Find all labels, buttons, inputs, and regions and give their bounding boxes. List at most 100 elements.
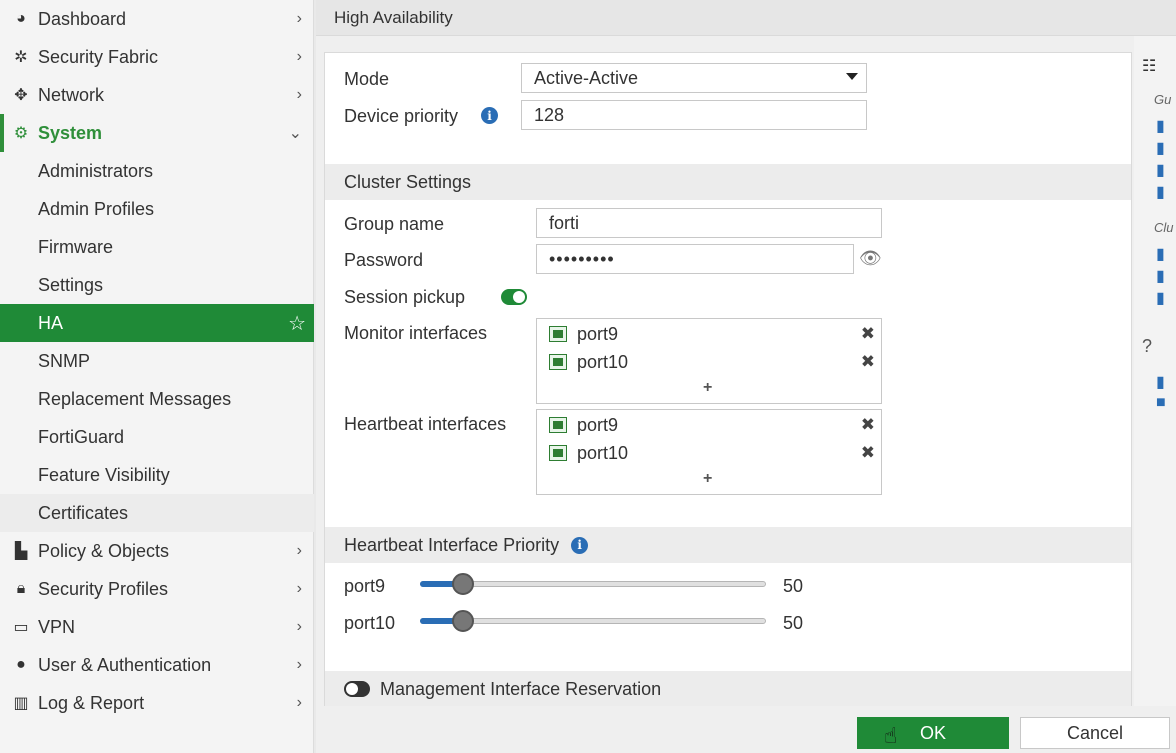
fabric-icon: ✲	[14, 49, 28, 66]
user-icon: ●	[16, 656, 26, 673]
sidebar-subitem-admin-profiles[interactable]: Admin Profiles	[0, 190, 314, 228]
laptop-icon: ▭	[13, 619, 29, 636]
heartbeat-interfaces-box[interactable]: port9 ✖ port10 ✖ +	[536, 409, 882, 495]
port-icon	[549, 354, 567, 370]
remove-icon[interactable]: ✖	[861, 443, 875, 463]
priority-slider-thumb[interactable]	[452, 610, 474, 632]
interface-name: port10	[577, 351, 629, 372]
chevron-right-icon: ›	[296, 542, 302, 559]
sidebar-item-security-profiles[interactable]: 🔒︎ Security Profiles ›	[0, 570, 314, 608]
priority-label: Device priority	[344, 106, 459, 126]
chevron-right-icon: ›	[296, 86, 302, 103]
sidebar-subitem-fortiguard[interactable]: FortiGuard	[0, 418, 314, 456]
interface-item: port9	[549, 322, 618, 346]
book-icon[interactable]: ▮	[1156, 372, 1165, 392]
book-icon[interactable]: ▮	[1156, 266, 1165, 286]
heartbeat-interfaces-label: Heartbeat interfaces	[344, 414, 507, 434]
page-title: High Availability	[316, 0, 1176, 36]
sidebar-subitem-label: FortiGuard	[38, 426, 125, 447]
add-icon[interactable]: +	[703, 379, 712, 397]
info-icon[interactable]: i	[571, 536, 589, 554]
add-icon[interactable]: +	[703, 470, 712, 488]
sidebar-subitem-firmware[interactable]: Firmware	[0, 228, 314, 266]
session-pickup-toggle[interactable]	[501, 289, 527, 305]
mgmt-reservation-toggle[interactable]	[344, 681, 370, 697]
remove-icon[interactable]: ✖	[861, 415, 875, 435]
sidebar-item-network[interactable]: ✥ Network ›	[0, 76, 314, 114]
sidebar-item-label: Security Fabric	[38, 46, 159, 67]
guides-heading: Gu	[1154, 92, 1172, 107]
eye-icon[interactable]: 👁︎	[859, 248, 882, 269]
policy-icon: ▙	[14, 543, 28, 560]
password-input[interactable]: •••••••••	[536, 244, 854, 274]
group-name-input[interactable]: forti	[536, 208, 882, 238]
sidebar-subitem-administrators[interactable]: Administrators	[0, 152, 314, 190]
star-icon[interactable]: ☆	[288, 311, 306, 336]
remove-icon[interactable]: ✖	[861, 324, 875, 344]
sidebar-subitem-label: Feature Visibility	[38, 464, 170, 485]
sidebar-item-label: Network	[38, 84, 105, 105]
book-icon[interactable]: ▮	[1156, 160, 1165, 180]
sidebar: ◕ Dashboard › ✲ Security Fabric › ✥ Netw…	[0, 0, 314, 753]
hand-cursor-icon: ☝︎	[884, 723, 898, 748]
priority-slider-thumb[interactable]	[452, 573, 474, 595]
interface-item: port9	[549, 413, 618, 437]
sidebar-item-security-fabric[interactable]: ✲ Security Fabric ›	[0, 38, 314, 76]
password-value: •••••••••	[549, 248, 615, 269]
sidebar-subitem-label: HA	[38, 312, 64, 333]
priority-value: 50	[783, 576, 804, 596]
sidebar-item-label: Dashboard	[38, 8, 127, 29]
footer: OK Cancel ☝︎	[316, 706, 1176, 753]
chevron-right-icon: ›	[296, 10, 302, 27]
sidebar-item-vpn[interactable]: ▭ VPN ›	[0, 608, 314, 646]
sidebar-item-log-report[interactable]: ▥ Log & Report ›	[0, 684, 314, 722]
ha-form: Mode Active-Active Device priority i 128…	[324, 52, 1132, 707]
priority-value: 50	[783, 613, 804, 633]
sidebar-subitem-snmp[interactable]: SNMP	[0, 342, 314, 380]
sidebar-item-user-authentication[interactable]: ● User & Authentication ›	[0, 646, 314, 684]
network-icon: ✥	[14, 87, 28, 104]
sidebar-subitem-settings[interactable]: Settings	[0, 266, 314, 304]
priority-port-label: port9	[344, 576, 386, 596]
monitor-interfaces-box[interactable]: port9 ✖ port10 ✖ +	[536, 318, 882, 404]
book-icon[interactable]: ▮	[1156, 116, 1165, 136]
sidebar-item-system[interactable]: ⚙ System ⌄	[0, 114, 314, 152]
book-icon[interactable]: ▮	[1156, 288, 1165, 308]
book-icon[interactable]: ▮	[1156, 138, 1165, 158]
chevron-down-icon: ⌄	[288, 125, 302, 142]
caret-down-icon	[846, 73, 858, 80]
ok-button[interactable]: OK	[857, 717, 1009, 749]
sidebar-item-dashboard[interactable]: ◕ Dashboard ›	[0, 0, 314, 38]
sidebar-subitem-feature-visibility[interactable]: Feature Visibility	[0, 456, 314, 494]
info-icon[interactable]: i	[481, 107, 498, 124]
sidebar-item-label: System	[38, 122, 103, 143]
sidebar-item-policy-objects[interactable]: ▙ Policy & Objects ›	[0, 532, 314, 570]
sidebar-subitem-ha[interactable]: HA ☆	[0, 304, 314, 342]
sidebar-subitem-label: SNMP	[38, 350, 91, 371]
device-priority-input[interactable]: 128	[521, 100, 867, 130]
sidebar-subitem-replacement-messages[interactable]: Replacement Messages	[0, 380, 314, 418]
mgmt-reservation-label: Management Interface Reservation	[380, 678, 662, 699]
book-icon[interactable]: ▮	[1156, 182, 1165, 202]
help-icon[interactable]: ?	[1142, 336, 1152, 357]
chart-icon: ▥	[13, 695, 29, 712]
monitor-interfaces-label: Monitor interfaces	[344, 323, 488, 343]
chevron-right-icon: ›	[296, 694, 302, 711]
sidebar-subitem-certificates[interactable]: Certificates	[0, 494, 314, 532]
book-icon[interactable]: ▮	[1156, 244, 1165, 264]
remove-icon[interactable]: ✖	[861, 352, 875, 372]
heartbeat-priority-title: Heartbeat Interface Priority	[344, 534, 560, 555]
sidebar-item-label: VPN	[38, 616, 76, 637]
port-icon	[549, 326, 567, 342]
sidebar-subitem-label: Admin Profiles	[38, 198, 155, 219]
mode-select-value: Active-Active	[534, 67, 639, 88]
session-pickup-label: Session pickup	[344, 287, 466, 307]
chevron-right-icon: ›	[296, 48, 302, 65]
chevron-right-icon: ›	[296, 656, 302, 673]
video-icon[interactable]: ■	[1156, 394, 1166, 412]
sidebar-item-label: Policy & Objects	[38, 540, 170, 561]
sidebar-subitem-label: Certificates	[38, 502, 129, 523]
mode-select[interactable]: Active-Active	[521, 63, 867, 93]
gear-icon: ⚙	[13, 125, 29, 142]
cancel-button[interactable]: Cancel	[1020, 717, 1170, 749]
